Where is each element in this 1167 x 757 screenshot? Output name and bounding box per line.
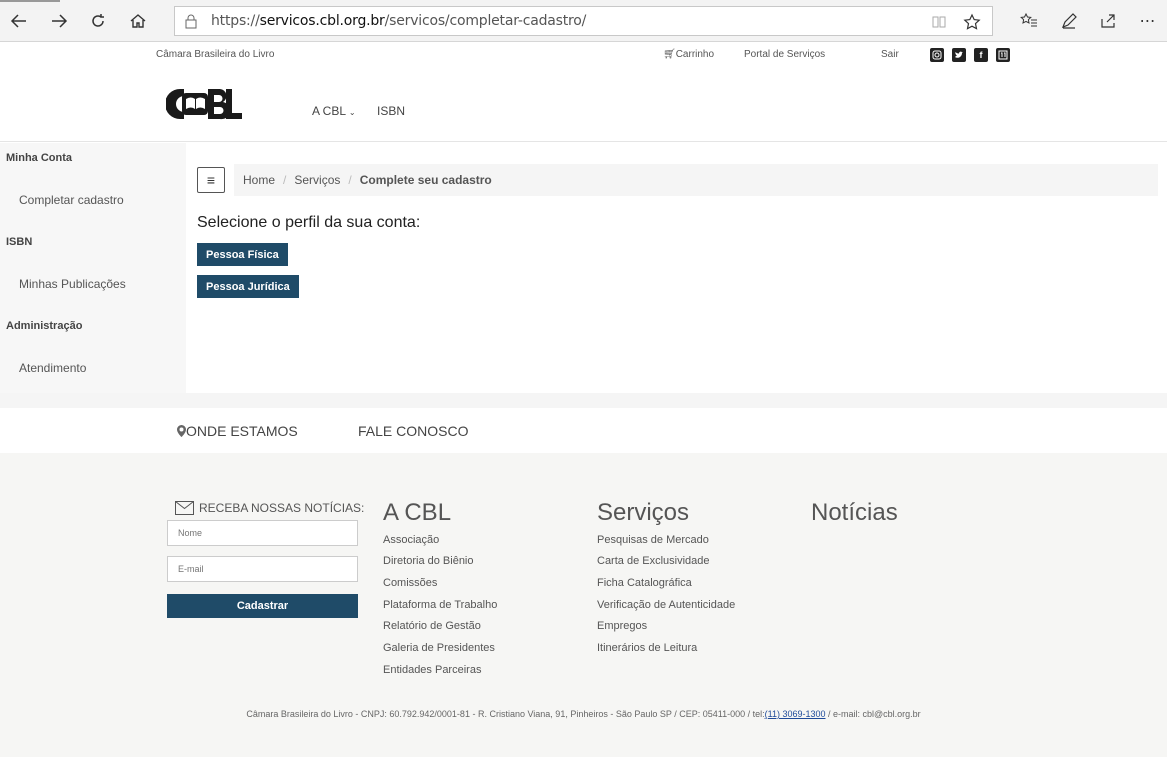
- main-content: ≡ Home / Serviços / Complete seu cadastr…: [186, 143, 1167, 393]
- sidebar-item-completar-cadastro[interactable]: Completar cadastro: [19, 193, 124, 207]
- cart-link[interactable]: 🛒︎Carrinho: [663, 49, 714, 60]
- info-links-strip: ONDE ESTAMOS FALE CONOSCO: [0, 408, 1167, 453]
- breadcrumb-current: Complete seu cadastro: [359, 173, 492, 187]
- footer-col-title-noticias: Notícias: [811, 499, 898, 526]
- back-icon[interactable]: [6, 8, 32, 34]
- phone-link[interactable]: (11) 3069-1300: [765, 709, 826, 719]
- footer-link[interactable]: Galeria de Presidentes: [383, 642, 495, 654]
- twitter-icon[interactable]: [952, 48, 966, 62]
- sidebar-item-atendimento[interactable]: Atendimento: [19, 361, 86, 375]
- breadcrumb: Home / Serviços / Complete seu cadastro: [234, 164, 1158, 196]
- breadcrumb-separator: /: [348, 173, 352, 187]
- refresh-icon[interactable]: [85, 8, 111, 34]
- instagram-icon[interactable]: [930, 48, 944, 62]
- org-name: Câmara Brasileira do Livro: [156, 49, 275, 60]
- sidebar-item-minhas-publicacoes[interactable]: Minhas Publicações: [19, 277, 126, 291]
- footer-link[interactable]: Associação: [383, 534, 439, 546]
- tab-indicator: [0, 0, 60, 2]
- favorite-star-icon[interactable]: [962, 12, 982, 32]
- sidebar: Minha Conta Completar cadastro ISBN Minh…: [0, 143, 186, 393]
- cbl-logo[interactable]: [165, 87, 244, 121]
- newsletter-submit-button[interactable]: Cadastrar: [167, 594, 358, 618]
- profile-prompt: Selecione o perfil da sua conta:: [197, 214, 421, 231]
- onde-estamos-link[interactable]: ONDE ESTAMOS: [177, 423, 298, 439]
- footer-link[interactable]: Plataforma de Trabalho: [383, 599, 497, 611]
- breadcrumb-servicos[interactable]: Serviços: [294, 173, 340, 187]
- footer-link[interactable]: Itinerários de Leitura: [597, 642, 697, 654]
- forward-icon[interactable]: [46, 8, 72, 34]
- footer-col-title-cbl: A CBL: [383, 499, 452, 526]
- browser-toolbar: https://servicos.cbl.org.br/servicos/com…: [0, 0, 1167, 42]
- share-icon[interactable]: [1095, 8, 1121, 34]
- sidebar-section-minha-conta: Minha Conta: [6, 152, 72, 164]
- envelope-icon: [175, 501, 194, 515]
- url-text: https://servicos.cbl.org.br/servicos/com…: [211, 13, 587, 29]
- footer-col-title-servicos: Serviços: [597, 499, 690, 526]
- chevron-down-icon: ⌄: [348, 108, 356, 117]
- footer-link[interactable]: Relatório de Gestão: [383, 620, 481, 632]
- site-header: Câmara Brasileira do Livro 🛒︎Carrinho Po…: [0, 42, 1167, 142]
- breadcrumb-separator: /: [283, 173, 287, 187]
- logout-link[interactable]: Sair: [881, 49, 899, 60]
- reading-view-icon[interactable]: [929, 12, 949, 32]
- cart-icon: 🛒︎: [663, 49, 676, 60]
- map-pin-icon: [177, 425, 186, 437]
- newsletter-title: RECEBA NOSSAS NOTÍCIAS:: [175, 501, 364, 515]
- footer-link[interactable]: Ficha Catalográfica: [597, 577, 692, 589]
- sidebar-section-administracao: Administração: [6, 320, 83, 332]
- footer-link[interactable]: Pesquisas de Mercado: [597, 534, 709, 546]
- nav-a-cbl[interactable]: A CBL ⌄: [312, 104, 356, 118]
- facebook-icon[interactable]: f: [974, 48, 988, 62]
- hamburger-icon: ≡: [206, 172, 216, 188]
- footer-link[interactable]: Comissões: [383, 577, 437, 589]
- address-bar[interactable]: https://servicos.cbl.org.br/servicos/com…: [174, 6, 993, 36]
- sidebar-section-isbn: ISBN: [6, 236, 33, 248]
- favorites-list-icon[interactable]: [1016, 8, 1042, 34]
- cbl-logo-mark: [165, 89, 242, 120]
- portal-link[interactable]: Portal de Serviços: [744, 49, 825, 60]
- footer-link[interactable]: Entidades Parceiras: [383, 664, 481, 676]
- newsletter-email-input[interactable]: [167, 556, 358, 582]
- nav-isbn[interactable]: ISBN: [377, 104, 405, 118]
- footer-link[interactable]: Empregos: [597, 620, 647, 632]
- pessoa-juridica-button[interactable]: Pessoa Jurídica: [197, 275, 299, 298]
- breadcrumb-home[interactable]: Home: [243, 173, 275, 187]
- fale-conosco-link[interactable]: FALE CONOSCO: [358, 423, 468, 439]
- menu-toggle-button[interactable]: ≡: [197, 167, 225, 193]
- footer-link[interactable]: Carta de Exclusividade: [597, 555, 710, 567]
- lock-icon: [183, 13, 199, 29]
- pessoa-fisica-button[interactable]: Pessoa Física: [197, 243, 288, 266]
- youtube-icon[interactable]: [996, 48, 1010, 62]
- footer-link[interactable]: Verificação de Autenticidade: [597, 599, 735, 611]
- more-icon[interactable]: ⋯: [1135, 8, 1161, 34]
- section-divider: [0, 393, 1167, 408]
- footer: RECEBA NOSSAS NOTÍCIAS: Cadastrar A CBL …: [0, 453, 1167, 757]
- footer-link[interactable]: Diretoria do Biênio: [383, 555, 474, 567]
- newsletter-name-input[interactable]: [167, 520, 358, 546]
- home-icon[interactable]: [125, 8, 151, 34]
- copyright-text: Câmara Brasileira do Livro - CNPJ: 60.79…: [246, 709, 921, 719]
- pen-icon[interactable]: [1056, 8, 1082, 34]
